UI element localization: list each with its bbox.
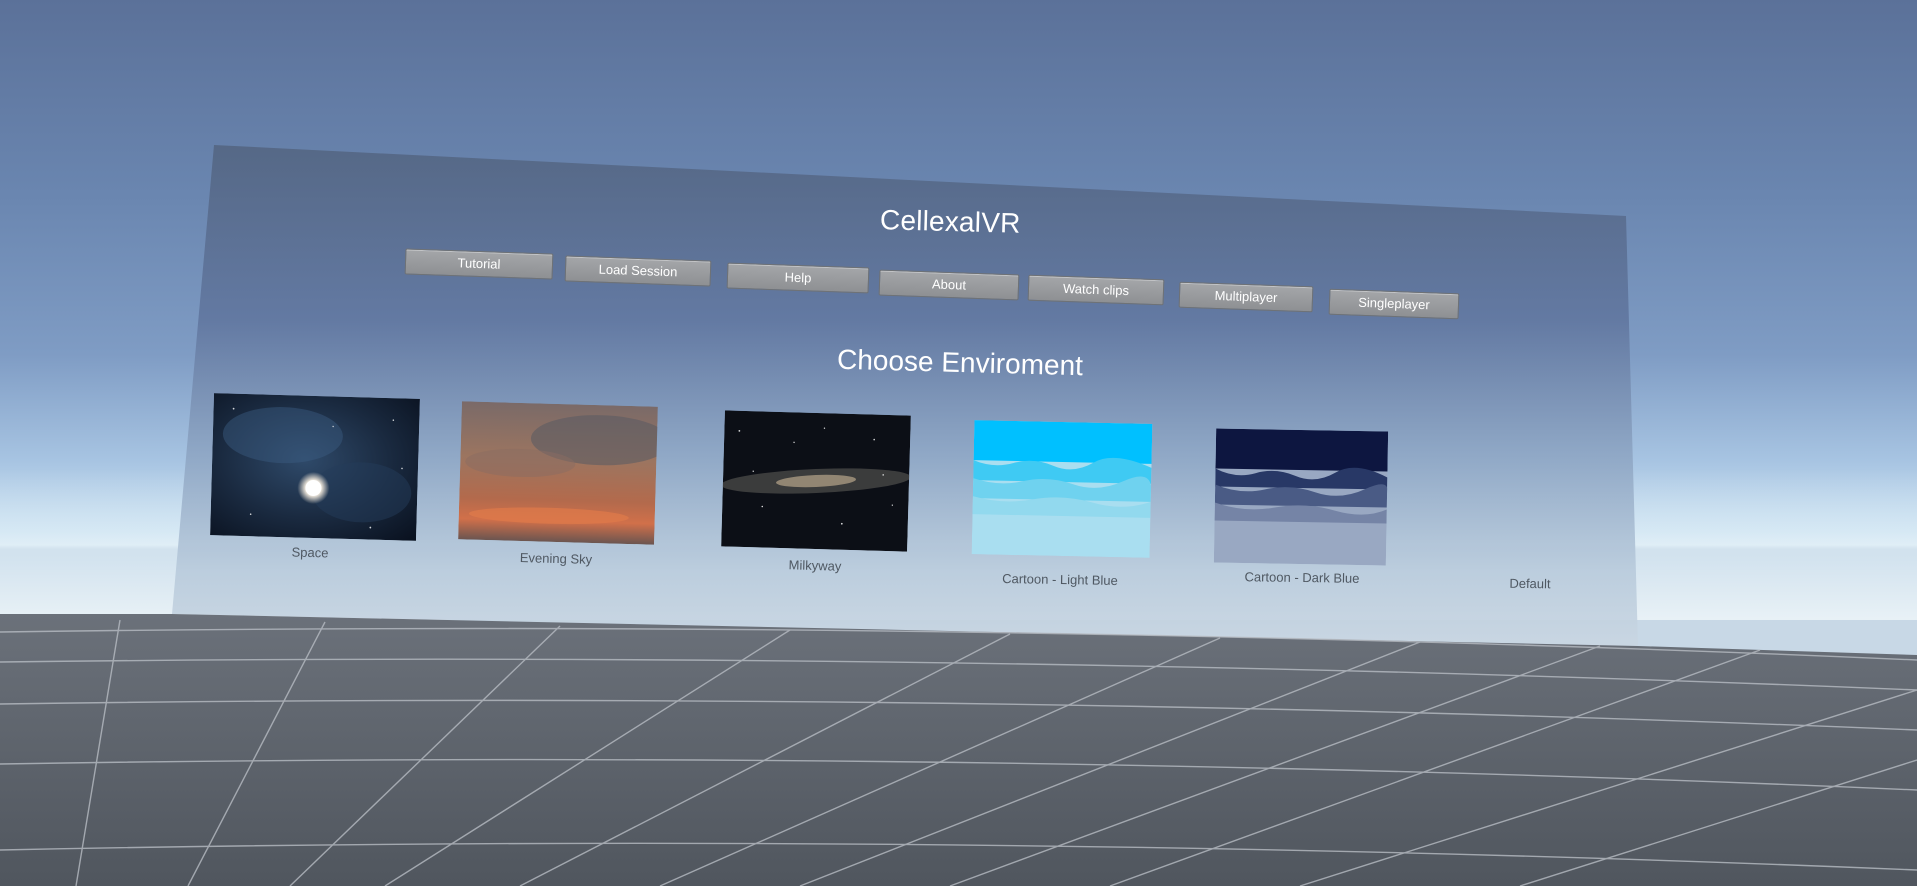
vr-scene: CellexalVR Tutorial Load Session Help Ab… — [0, 0, 1917, 886]
default-environment-option[interactable]: Default — [1500, 576, 1560, 592]
app-title: CellexalVR — [879, 204, 1021, 239]
cartoon-light-blue-label: Cartoon - Light Blue — [1002, 570, 1118, 589]
cartoon-dark-blue-environment-option[interactable] — [1213, 428, 1389, 566]
help-button[interactable]: Help — [726, 262, 870, 294]
tutorial-button[interactable]: Tutorial — [404, 248, 554, 280]
space-environment-option[interactable] — [210, 393, 420, 541]
milkyway-environment-option[interactable] — [721, 410, 911, 552]
space-preview-icon — [210, 393, 420, 541]
watch-clips-button[interactable]: Watch clips — [1027, 274, 1165, 306]
cartoon-light-blue-environment-option[interactable] — [971, 420, 1153, 558]
about-button[interactable]: About — [878, 269, 1020, 301]
cartoon-dark-blue-label: Cartoon - Dark Blue — [1244, 569, 1360, 586]
milkyway-preview-icon — [721, 410, 911, 552]
load-session-button[interactable]: Load Session — [564, 255, 712, 287]
evening-sky-environment-option[interactable] — [458, 401, 658, 545]
multiplayer-button[interactable]: Multiplayer — [1178, 281, 1314, 313]
evening-sky-label: Evening Sky — [519, 550, 593, 567]
evening-sky-preview-icon — [458, 401, 658, 545]
cartoon-dark-blue-preview-icon — [1213, 428, 1389, 566]
cartoon-light-blue-preview-icon — [971, 420, 1153, 558]
singleplayer-button[interactable]: Singleplayer — [1328, 288, 1460, 320]
space-label: Space — [291, 544, 329, 561]
milkyway-label: Milkyway — [788, 557, 842, 574]
